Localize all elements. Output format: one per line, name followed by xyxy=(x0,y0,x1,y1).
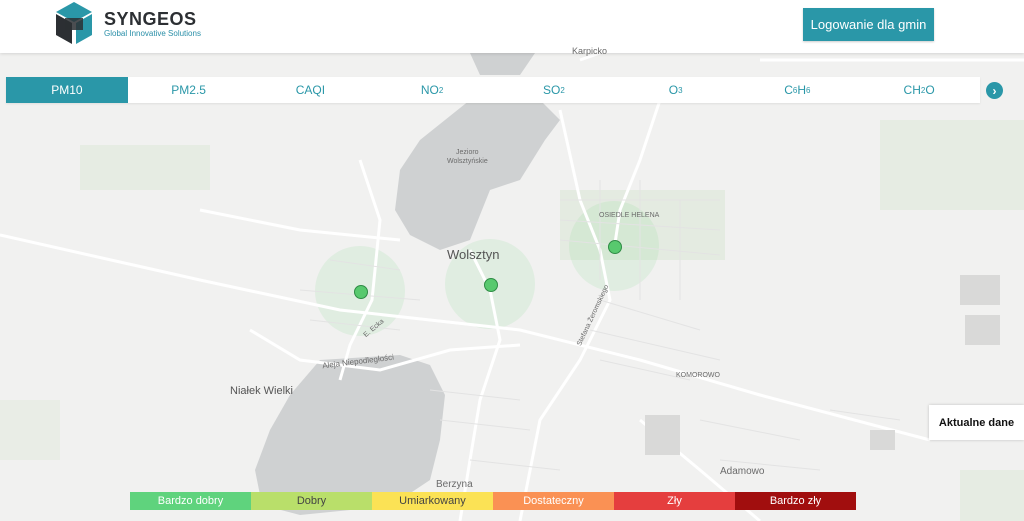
legend-good: Dobry xyxy=(251,492,372,510)
map-label-wolsztyn: Wolsztyn xyxy=(447,247,500,262)
pollutant-tabs: PM10 PM2.5 CAQI NO 2 SO 2 O3 C6H6 CH 2 O xyxy=(6,77,980,103)
tab-pm10[interactable]: PM10 xyxy=(6,77,128,103)
map-label-jezioro: Jezioro xyxy=(456,149,479,156)
sensor-marker[interactable] xyxy=(484,278,498,292)
tab-c6h6[interactable]: C6H6 xyxy=(737,77,859,103)
tab-subscript: 2 xyxy=(438,85,444,95)
tab-label: NO xyxy=(420,83,439,97)
tab-o3[interactable]: O3 xyxy=(615,77,737,103)
syngeos-logo[interactable]: SYNGEOS Global Innovative Solutions xyxy=(52,0,212,48)
tab-so2[interactable]: SO 2 xyxy=(493,77,615,103)
logo-cube-icon xyxy=(56,2,92,44)
map-label-nialek: Niałek Wielki xyxy=(230,385,293,397)
map-label-adamowo: Adamowo xyxy=(720,466,765,477)
tab-label: PM10 xyxy=(51,83,83,97)
top-header: SYNGEOS Global Innovative Solutions Logo… xyxy=(0,0,1024,53)
tab-no2[interactable]: NO 2 xyxy=(371,77,493,103)
sensor-marker[interactable] xyxy=(354,285,368,299)
tab-subscript: 6 xyxy=(806,85,811,95)
legend-bad: Zły xyxy=(614,492,735,510)
tab-label: H xyxy=(797,83,807,97)
chevron-right-icon[interactable]: › xyxy=(986,82,1003,99)
current-data-button[interactable]: Aktualne dane xyxy=(929,405,1024,440)
tab-label: O xyxy=(668,83,679,97)
legend-sufficient: Dostateczny xyxy=(493,492,614,510)
tab-label: CAQI xyxy=(295,83,326,97)
air-quality-legend: Bardzo dobry Dobry Umiarkowany Dostatecz… xyxy=(130,492,856,510)
tab-pm25[interactable]: PM2.5 xyxy=(128,77,250,103)
tab-ch2o[interactable]: CH 2 O xyxy=(858,77,980,103)
tab-label: PM2.5 xyxy=(171,83,206,97)
tab-subscript: 3 xyxy=(678,85,683,95)
legend-very-bad: Bardzo zły xyxy=(735,492,856,510)
legend-moderate: Umiarkowany xyxy=(372,492,493,510)
sensor-marker[interactable] xyxy=(608,240,622,254)
login-button[interactable]: Logowanie dla gmin xyxy=(803,8,934,41)
map-label-jezioro2: Wolsztyńskie xyxy=(447,158,488,165)
map-label-komorowo: KOMOROWO xyxy=(676,372,720,379)
tab-label: SO xyxy=(542,83,561,97)
tab-subscript: 2 xyxy=(560,85,565,95)
legend-very-good: Bardzo dobry xyxy=(130,492,251,510)
logo-title: SYNGEOS xyxy=(104,9,197,29)
map-label-osiedle: OSIEDLE HELENA xyxy=(599,212,660,219)
tab-label: C xyxy=(784,83,793,97)
tab-label: O xyxy=(925,83,935,97)
map-label-berzyna: Berzyna xyxy=(436,479,473,490)
tab-label: CH xyxy=(903,83,921,97)
tab-caqi[interactable]: CAQI xyxy=(250,77,372,103)
map-label-karpicko: Karpicko xyxy=(572,46,608,56)
logo-subtitle: Global Innovative Solutions xyxy=(104,29,201,38)
